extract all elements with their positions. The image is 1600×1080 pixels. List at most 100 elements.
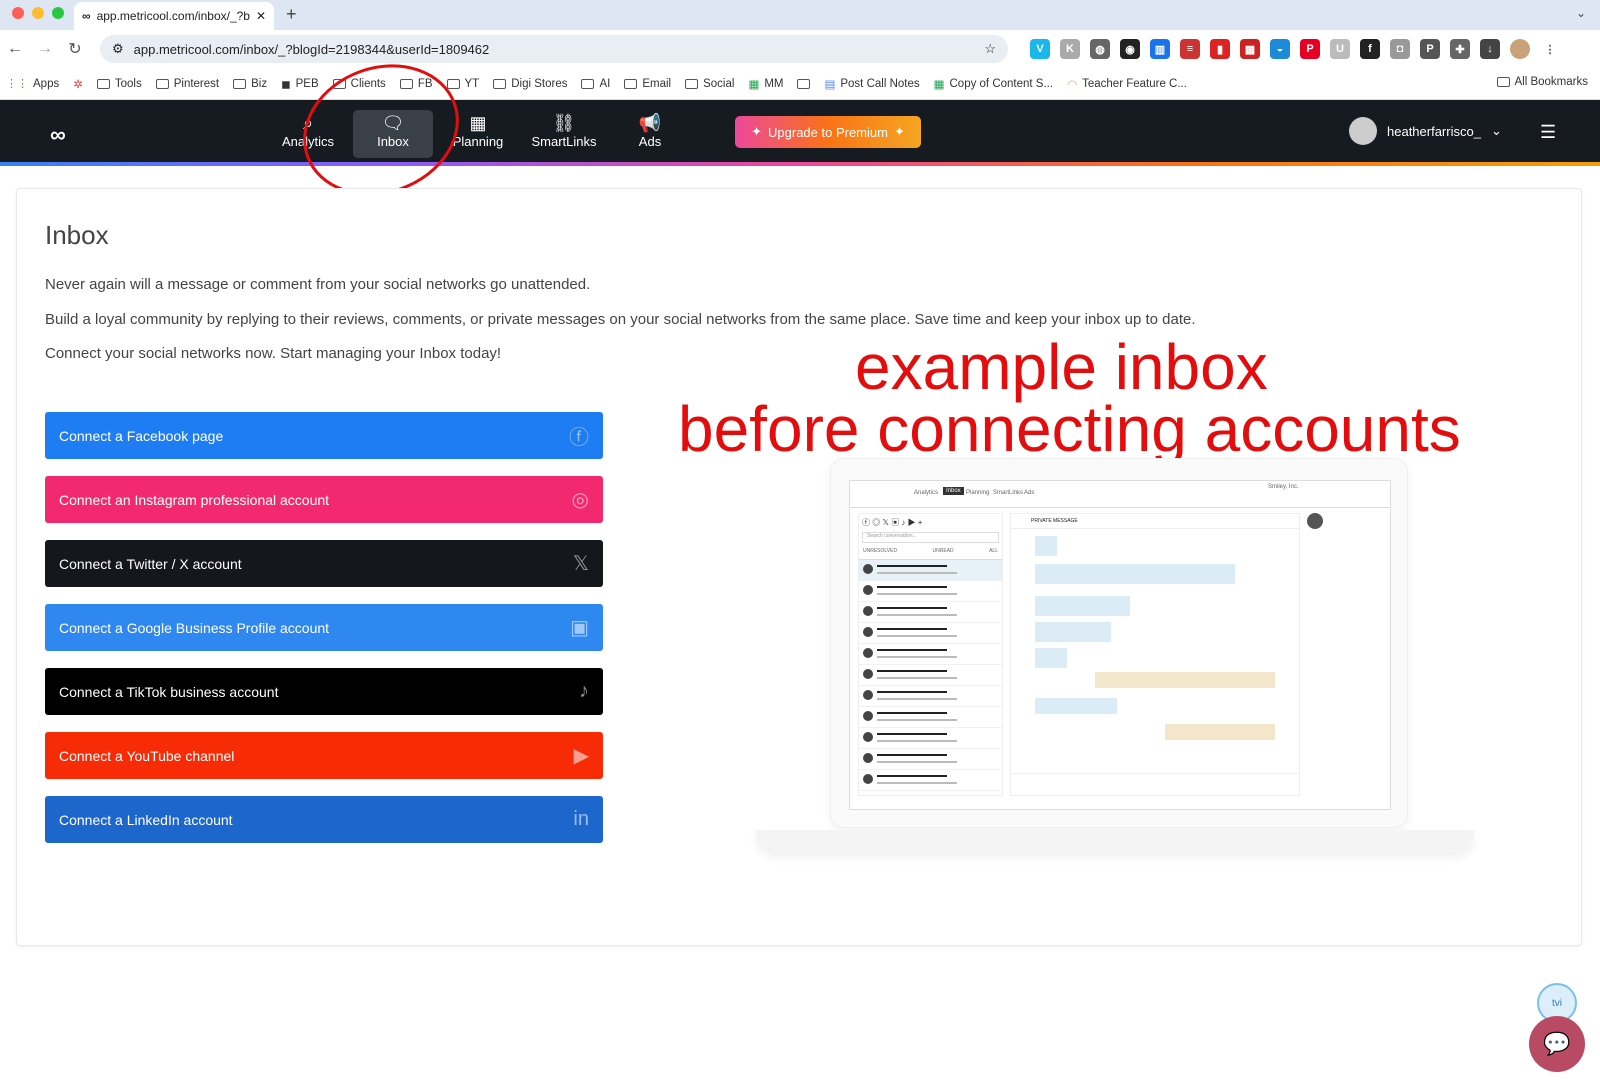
minimize-window-button[interactable] [32, 7, 44, 19]
mockup-conversation-row [859, 665, 1002, 686]
tab-title: app.metricool.com/inbox/_?b [96, 9, 250, 23]
bookmark-label: Email [642, 77, 672, 90]
bookmark-item[interactable]: ▦ MM [748, 77, 783, 91]
new-tab-button[interactable]: + [286, 4, 297, 25]
mockup-conversation-row [859, 560, 1002, 581]
download-icon[interactable]: ↓ [1480, 39, 1500, 59]
youtube-icon: ▶ [573, 745, 589, 767]
profile-avatar[interactable] [1510, 39, 1530, 59]
bookmark-item[interactable]: AI [581, 78, 610, 90]
bookmark-item[interactable]: ✲ [73, 77, 83, 91]
rainbow-icon: ◠ [1067, 78, 1078, 91]
extension-icon[interactable]: f [1360, 39, 1380, 59]
mockup-line [877, 614, 957, 616]
mockup-line [877, 691, 947, 693]
browser-tab[interactable]: ∞ app.metricool.com/inbox/_?b ✕ [74, 2, 274, 30]
pinwheel-icon: ✲ [73, 78, 83, 91]
upgrade-button[interactable]: ✦ Upgrade to Premium ✦ [735, 116, 921, 148]
mockup-line [877, 586, 947, 588]
extension-icon[interactable]: ▥ [1150, 39, 1170, 59]
page-title: Inbox [45, 220, 109, 250]
chat-support-button[interactable]: 💬 [1529, 1016, 1585, 1072]
nav-smartlinks[interactable]: ⛓ SmartLinks [524, 110, 604, 158]
mockup-conversation-row [859, 749, 1002, 770]
forward-icon[interactable]: → [30, 40, 60, 58]
back-icon[interactable]: ← [0, 40, 30, 58]
folder-icon [96, 78, 110, 89]
nav-label: Ads [638, 134, 662, 149]
bookmark-item[interactable]: Digi Stores [493, 78, 567, 90]
mockup-settings-icon [1307, 513, 1323, 529]
address-bar[interactable]: ⚙ app.metricool.com/inbox/_?blogId=21983… [100, 35, 1008, 63]
pinterest-extension-icon[interactable]: P [1300, 39, 1320, 59]
connect-button-label: Connect a TikTok business account [59, 683, 279, 700]
user-menu[interactable]: heatherfarrisco_ ⌄ [1349, 117, 1502, 145]
bookmark-label: Apps [33, 77, 60, 90]
bookmark-item[interactable]: ◠ Teacher Feature C... [1067, 77, 1187, 91]
camera-extension-icon[interactable]: ◘ [1390, 39, 1410, 59]
sheets-icon: ▦ [933, 78, 945, 91]
connect-facebook-button[interactable]: Connect a Facebook page ⓕ [45, 412, 603, 459]
star-icon[interactable]: ☆ [984, 41, 996, 57]
globe-extension-icon[interactable]: ◍ [1090, 39, 1110, 59]
bookmark-item[interactable] [797, 78, 811, 89]
browser-menu-icon[interactable]: ⋮ [1540, 39, 1560, 59]
mockup-conversation-row [859, 686, 1002, 707]
puzzle-extensions-icon[interactable]: ✚ [1450, 39, 1470, 59]
hamburger-menu-icon[interactable]: ☰ [1540, 122, 1556, 143]
mockup-line [877, 761, 957, 763]
all-bookmarks-label: All Bookmarks [1514, 76, 1589, 88]
connect-linkedin-button[interactable]: Connect a LinkedIn account in [45, 796, 603, 843]
mockup-conversation-row [859, 581, 1002, 602]
mockup-tab: UNREAD [932, 548, 954, 554]
maximize-window-button[interactable] [52, 7, 64, 19]
folder-icon [155, 78, 169, 89]
instagram-icon: ◎ [571, 489, 589, 511]
connect-youtube-button[interactable]: Connect a YouTube channel ▶ [45, 732, 603, 779]
extension-icon[interactable]: ◒ [1270, 39, 1290, 59]
mockup-line [877, 775, 947, 777]
chat-icon: 💬 [1543, 1031, 1571, 1056]
connect-x-button[interactable]: Connect a Twitter / X account 𝕏 [45, 540, 603, 587]
extension-icon[interactable]: ▮ [1210, 39, 1230, 59]
extension-icon[interactable]: P [1420, 39, 1440, 59]
metricool-logo[interactable]: ∞ [50, 122, 66, 148]
mockup-line [877, 607, 947, 609]
bookmark-item[interactable]: Pinterest [155, 78, 219, 90]
connect-tiktok-button[interactable]: Connect a TikTok business account ♪ [45, 668, 603, 715]
mockup-search: Search conversation... [862, 532, 999, 543]
extension-icon[interactable]: ▦ [1240, 39, 1260, 59]
mockup-conversation-row [859, 623, 1002, 644]
megaphone-icon: 📢 [638, 113, 662, 133]
bookmark-item[interactable]: ▦ Copy of Content S... [934, 77, 1053, 91]
mockup-tab: UNRESOLVED [863, 548, 898, 554]
bookmark-item[interactable]: ▤ Post Call Notes [824, 77, 919, 91]
nav-ads[interactable]: 📢 Ads [610, 110, 690, 158]
bookmark-item[interactable]: Tools [96, 78, 142, 90]
browser-tab-strip: ∞ app.metricool.com/inbox/_?b ✕ + ⌄ [0, 0, 1600, 30]
all-bookmarks-button[interactable]: All Bookmarks [1496, 76, 1589, 88]
peb-icon: ◼ [281, 78, 291, 91]
bookmark-item[interactable]: Social [685, 78, 734, 90]
connect-button-label: Connect a Google Business Profile accoun… [59, 619, 330, 636]
mockup-chat-header: PRIVATE MESSAGE [1011, 514, 1299, 529]
connect-instagram-button[interactable]: Connect an Instagram professional accoun… [45, 476, 603, 523]
chat-bubble [1035, 564, 1235, 584]
extensions-bar: V K ◍ ◉ ▥ ≡ ▮ ▦ ◒ P U f ◘ P ✚ ↓ ⋮ [1030, 39, 1560, 59]
extension-icon[interactable]: U [1330, 39, 1350, 59]
chevron-down-icon[interactable]: ⌄ [1576, 6, 1586, 20]
reload-icon[interactable]: ↻ [60, 39, 90, 59]
bookmark-item[interactable]: ⋮⋮ Apps [6, 77, 60, 91]
mockup-conversation-row [859, 707, 1002, 728]
bookmark-item[interactable]: Email [624, 78, 671, 90]
connect-google-business-button[interactable]: Connect a Google Business Profile accoun… [45, 604, 603, 651]
close-tab-icon[interactable]: ✕ [256, 9, 266, 23]
extension-icon[interactable]: ≡ [1180, 39, 1200, 59]
extension-icon[interactable]: ◉ [1120, 39, 1140, 59]
k-extension-icon[interactable]: K [1060, 39, 1080, 59]
vimeo-extension-icon[interactable]: V [1030, 39, 1050, 59]
mockup-line [877, 740, 957, 742]
site-info-icon[interactable]: ⚙ [112, 41, 124, 57]
bookmark-item[interactable]: Biz [233, 78, 267, 90]
close-window-button[interactable] [12, 7, 24, 19]
